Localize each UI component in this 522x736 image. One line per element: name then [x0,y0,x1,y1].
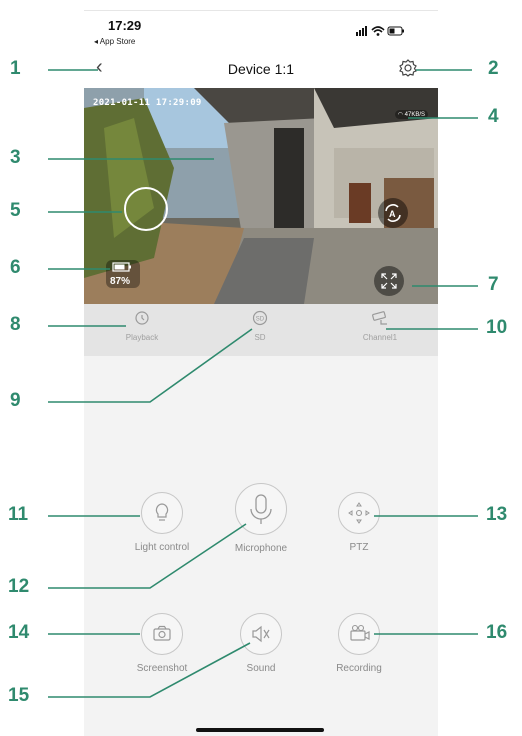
callout-9: 9 [10,390,21,411]
callout-15: 15 [8,685,30,706]
callout-4: 4 [488,106,499,127]
annotation-lines [48,69,478,698]
callout-7: 7 [488,274,499,295]
callout-5: 5 [10,200,21,221]
callout-13: 13 [486,504,508,525]
callout-6: 6 [10,257,21,278]
callout-10: 10 [486,317,508,338]
callout-11: 11 [8,504,29,525]
callout-2: 2 [488,58,499,79]
callout-3: 3 [10,147,21,168]
callout-12: 12 [8,576,30,597]
callout-1: 1 [10,58,21,79]
callout-16: 16 [486,622,508,643]
callout-14: 14 [8,622,30,643]
callout-8: 8 [10,314,21,335]
